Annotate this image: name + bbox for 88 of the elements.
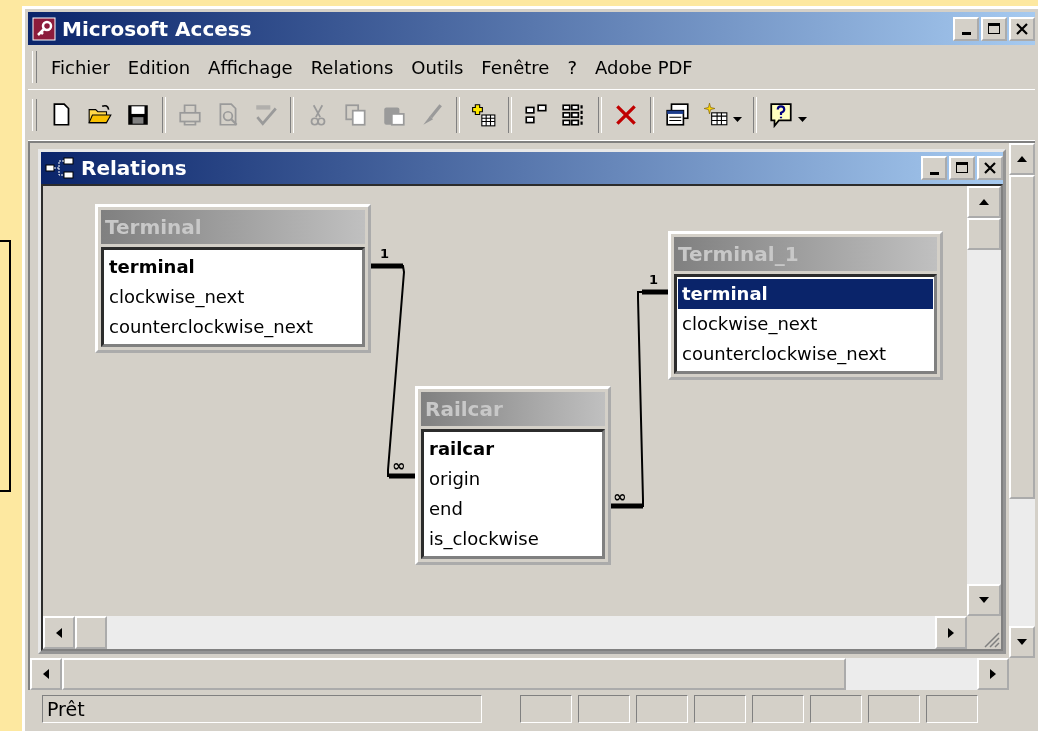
- scroll-thumb[interactable]: [1009, 175, 1035, 499]
- left-arrow-icon: [55, 626, 63, 639]
- field-name[interactable]: railcar: [425, 434, 601, 464]
- menu-item[interactable]: Fichier: [43, 56, 120, 78]
- status-pane: [868, 695, 920, 723]
- field-name[interactable]: terminal: [678, 279, 933, 309]
- close-icon: [983, 161, 997, 175]
- copy-icon: [343, 102, 369, 128]
- table-window[interactable]: Railcar railcar origin end is_clockwise: [415, 386, 611, 565]
- delete-icon: [613, 102, 639, 128]
- vertical-scrollbar[interactable]: [967, 186, 1001, 616]
- window-title: Relations: [81, 156, 188, 180]
- vertical-scrollbar[interactable]: [1009, 143, 1035, 658]
- field-name[interactable]: clockwise_next: [105, 282, 361, 312]
- left-arrow-icon: [42, 668, 50, 680]
- scroll-down-button[interactable]: [1009, 626, 1035, 658]
- scroll-right-button[interactable]: [935, 616, 967, 649]
- minimize-icon: [961, 32, 971, 35]
- cardinality-label: 1: [649, 272, 659, 287]
- database-window-icon: [665, 102, 691, 128]
- status-pane: [752, 695, 804, 723]
- status-pane: [926, 695, 978, 723]
- right-arrow-icon: [989, 668, 997, 680]
- scroll-up-button[interactable]: [967, 186, 1001, 218]
- field-name[interactable]: counterclockwise_next: [678, 339, 933, 369]
- toolbar-grip[interactable]: [32, 99, 37, 131]
- field-name[interactable]: counterclockwise_next: [105, 312, 361, 342]
- cardinality-label: 1: [380, 246, 390, 261]
- table-window[interactable]: Terminal_1 terminal clockwise_next counterclockwise_next: [668, 231, 943, 380]
- scroll-thumb[interactable]: [62, 658, 846, 690]
- menu-item[interactable]: Fenêtre: [473, 56, 560, 78]
- add-table-icon: [471, 102, 497, 128]
- down-arrow-icon: [1016, 638, 1028, 646]
- scroll-thumb[interactable]: [75, 616, 107, 649]
- horizontal-scrollbar[interactable]: [43, 616, 967, 649]
- maximize-button[interactable]: [949, 156, 975, 180]
- close-icon: [1015, 21, 1029, 36]
- status-text: Prêt: [42, 695, 482, 723]
- menu-item[interactable]: Outils: [403, 56, 474, 78]
- field-name[interactable]: end: [425, 494, 601, 524]
- menu-item[interactable]: Affichage: [200, 56, 303, 78]
- menu-item[interactable]: ?: [559, 56, 587, 78]
- up-arrow-icon: [978, 198, 990, 206]
- status-pane: [636, 695, 688, 723]
- window-title: Microsoft Access: [62, 16, 253, 41]
- menu-grip[interactable]: [32, 51, 37, 83]
- spell-check-icon: [253, 102, 279, 128]
- help-icon: [768, 102, 794, 128]
- scroll-right-button[interactable]: [977, 658, 1009, 690]
- maximize-icon: [955, 161, 969, 175]
- down-arrow-icon: [978, 596, 990, 604]
- relationship-line[interactable]: [370, 263, 416, 479]
- scroll-left-button[interactable]: [30, 658, 62, 690]
- status-pane: [578, 695, 630, 723]
- status-pane: [810, 695, 862, 723]
- field-name[interactable]: origin: [425, 464, 601, 494]
- caret-icon: [798, 117, 807, 123]
- scroll-left-button[interactable]: [43, 616, 75, 649]
- scroll-thumb[interactable]: [967, 218, 1001, 250]
- menu-item[interactable]: Relations: [302, 56, 404, 78]
- cardinality-label: ∞: [613, 487, 627, 506]
- close-button[interactable]: [1009, 16, 1035, 41]
- cardinality-label: ∞: [392, 456, 406, 475]
- up-arrow-icon: [1016, 155, 1028, 163]
- field-name[interactable]: terminal: [105, 252, 361, 282]
- key-icon: [32, 16, 56, 41]
- maximize-icon: [987, 21, 1001, 36]
- right-arrow-icon: [947, 626, 955, 639]
- printer-icon: [177, 102, 203, 128]
- horizontal-scrollbar[interactable]: [30, 658, 1009, 690]
- table-window[interactable]: Terminal terminal clockwise_next counterclockwise_next: [95, 204, 371, 353]
- new-object-icon: [703, 102, 729, 128]
- scroll-up-button[interactable]: [1009, 143, 1035, 175]
- minimize-button[interactable]: [953, 16, 979, 41]
- status-pane: [520, 695, 572, 723]
- field-name[interactable]: clockwise_next: [678, 309, 933, 339]
- close-button[interactable]: [977, 156, 1003, 180]
- scroll-down-button[interactable]: [967, 584, 1001, 616]
- minimize-button[interactable]: [921, 156, 947, 180]
- menu-item[interactable]: Adobe PDF: [587, 56, 703, 78]
- status-pane: [694, 695, 746, 723]
- field-name[interactable]: is_clockwise: [425, 524, 601, 554]
- menu-item[interactable]: Edition: [119, 56, 201, 78]
- relationship-line[interactable]: [610, 289, 669, 509]
- caret-icon: [733, 117, 742, 123]
- minimize-icon: [929, 171, 939, 175]
- maximize-button[interactable]: [981, 16, 1007, 41]
- relationships-icon: [45, 157, 75, 179]
